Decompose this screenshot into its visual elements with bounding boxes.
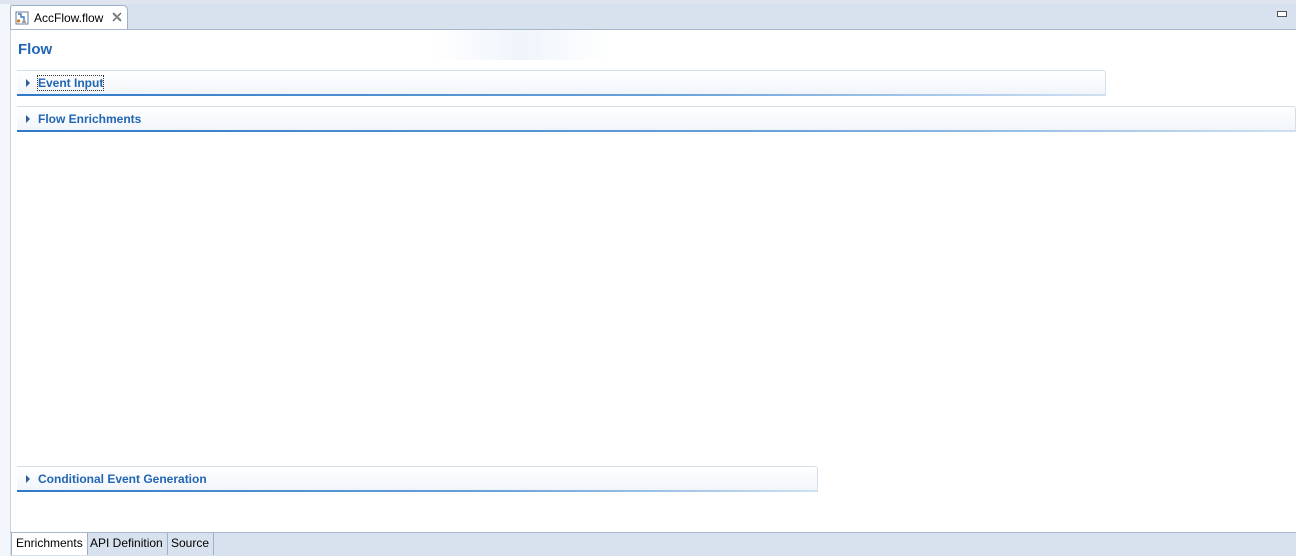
section-flow-enrichments-title[interactable]: Flow Enrichments	[38, 112, 141, 126]
section-underline	[17, 94, 1105, 96]
close-icon[interactable]	[111, 11, 123, 23]
editor-tab-accflow[interactable]: AccFlow.flow	[10, 5, 128, 29]
flow-file-icon	[15, 11, 29, 25]
left-border	[0, 4, 11, 556]
tab-enrichments[interactable]: Enrichments	[11, 533, 88, 555]
section-event-input-title[interactable]: Event Input	[36, 75, 105, 91]
editor-tab-label: AccFlow.flow	[34, 11, 104, 25]
section-conditional-event-generation[interactable]: Conditional Event Generation	[17, 466, 818, 492]
editor-tab-bar: AccFlow.flow	[10, 4, 1296, 30]
expand-arrow-icon[interactable]	[26, 79, 30, 87]
section-event-input[interactable]: Event Input	[17, 70, 1106, 96]
form-title: Flow	[18, 41, 53, 58]
title-background	[11, 30, 611, 60]
form-editor: Flow Event Input Flow Enrichments Condit…	[11, 30, 1296, 532]
expand-arrow-icon[interactable]	[26, 475, 30, 483]
expand-arrow-icon[interactable]	[26, 115, 30, 123]
minimize-icon[interactable]	[1277, 11, 1287, 17]
section-conditional-event-generation-title[interactable]: Conditional Event Generation	[38, 472, 207, 486]
section-underline	[17, 130, 1295, 132]
section-underline	[17, 490, 817, 492]
section-flow-enrichments[interactable]: Flow Enrichments	[17, 106, 1296, 132]
editor-page-tabs: Enrichments API Definition Source	[10, 532, 1296, 556]
tab-source[interactable]: Source	[167, 533, 215, 555]
tab-api-definition[interactable]: API Definition	[86, 533, 168, 555]
